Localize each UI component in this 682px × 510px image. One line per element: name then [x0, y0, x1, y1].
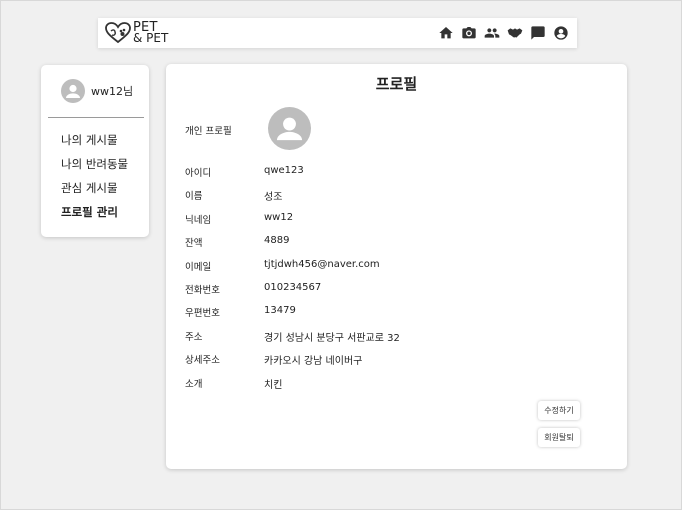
profile-card: 프로필 개인 프로필 아이디 qwe123 이름 성조 닉네임 ww12 잔액 … [166, 64, 627, 469]
sidebar-item-my-posts[interactable]: 나의 게시물 [61, 133, 128, 157]
profile-photo-label: 개인 프로필 [185, 126, 232, 137]
field-label: 닉네임 [185, 214, 212, 226]
person-icon [276, 117, 303, 141]
people-icon[interactable] [484, 25, 500, 41]
field-label: 전화번호 [185, 284, 220, 296]
withdraw-account-button[interactable]: 회원탈퇴 [538, 428, 580, 447]
field-value: 성조 [264, 192, 283, 204]
account-circle-icon[interactable] [553, 25, 569, 41]
heart-paw-logo-icon [105, 22, 131, 44]
field-label: 이메일 [185, 261, 212, 273]
field-row-nickname: 닉네임 ww12 [185, 212, 400, 235]
field-label: 소개 [185, 378, 203, 390]
profile-fields: 아이디 qwe123 이름 성조 닉네임 ww12 잔액 4889 이메일 tj… [185, 165, 400, 399]
field-value: 경기 성남시 분당구 서판교로 32 [264, 332, 400, 344]
field-label: 아이디 [185, 168, 212, 179]
edit-profile-button[interactable]: 수정하기 [538, 401, 580, 420]
field-label: 주소 [185, 331, 203, 343]
field-label: 상세주소 [185, 355, 220, 367]
sidebar-divider [48, 117, 144, 118]
field-row-name: 이름 성조 [185, 188, 400, 211]
sidebar-menu: 나의 게시물 나의 반려동물 관심 게시물 프로필 관리 [61, 133, 128, 229]
field-row-address: 주소 경기 성남시 분당구 서판교로 32 [185, 329, 400, 352]
sidebar-item-profile-settings[interactable]: 프로필 관리 [61, 205, 128, 229]
chat-icon[interactable] [530, 25, 546, 41]
sidebar-user: ww12님 [61, 79, 133, 103]
nav-icons [438, 25, 569, 41]
sidebar-username: ww12님 [91, 85, 134, 98]
handshake-icon[interactable] [507, 25, 523, 41]
field-value: 4889 [264, 235, 290, 247]
home-icon[interactable] [438, 25, 454, 41]
field-row-email: 이메일 tjtjdwh456@naver.com [185, 259, 400, 282]
field-row-intro: 소개 치킨 [185, 376, 400, 399]
field-value: 치킨 [264, 379, 283, 391]
person-icon [66, 84, 80, 98]
sidebar: ww12님 나의 게시물 나의 반려동물 관심 게시물 프로필 관리 [41, 65, 149, 237]
profile-photo[interactable] [268, 107, 311, 150]
field-value: 13479 [264, 305, 296, 317]
top-navigation-bar: PET & PET [98, 18, 577, 48]
field-value: 010234567 [264, 281, 322, 293]
sidebar-item-my-pets[interactable]: 나의 반려동물 [61, 157, 128, 181]
field-value: tjtjdwh456@naver.com [264, 258, 380, 270]
field-value: qwe123 [264, 165, 304, 176]
field-row-postal-code: 우편번호 13479 [185, 305, 400, 328]
field-row-detail-address: 상세주소 카카오시 강남 네이버구 [185, 352, 400, 375]
field-row-balance: 잔액 4889 [185, 235, 400, 258]
logo[interactable]: PET & PET [105, 21, 169, 45]
field-row-id: 아이디 qwe123 [185, 165, 400, 188]
field-label: 우편번호 [185, 308, 220, 320]
camera-box-icon[interactable] [461, 25, 477, 41]
field-label: 이름 [185, 191, 203, 203]
field-value: ww12 [264, 211, 294, 223]
avatar [61, 79, 85, 103]
field-row-phone: 전화번호 010234567 [185, 282, 400, 305]
logo-text-line2: & PET [133, 31, 169, 45]
field-label: 잔액 [185, 238, 203, 250]
sidebar-item-liked-posts[interactable]: 관심 게시물 [61, 181, 128, 205]
page-title: 프로필 [375, 75, 418, 93]
field-value: 카카오시 강남 네이버구 [264, 356, 363, 368]
